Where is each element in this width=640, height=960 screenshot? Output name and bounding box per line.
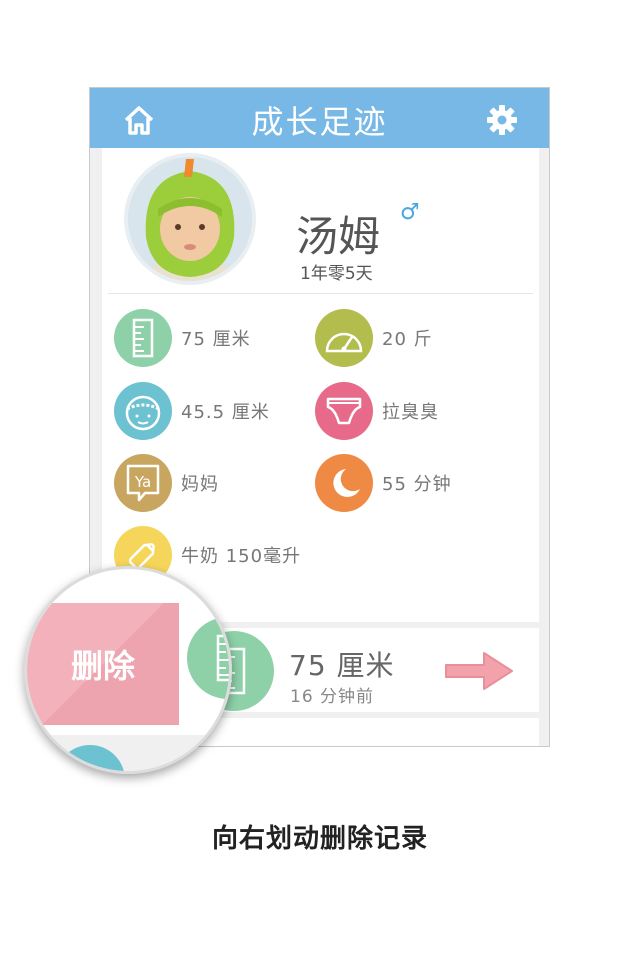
svg-text:zz: zz <box>346 479 358 490</box>
sleep-moon-icon: zz <box>315 454 373 512</box>
stat-sleep[interactable]: zz 55 分钟 <box>315 454 452 512</box>
stat-weight[interactable]: 20 斤 <box>315 309 433 367</box>
baby-photo <box>128 157 252 281</box>
stat-label: 55 分钟 <box>382 474 452 495</box>
stat-label: 45.5 厘米 <box>181 402 270 423</box>
diaper-icon <box>315 382 373 440</box>
app-header: 成长足迹 <box>90 88 549 148</box>
male-icon: ♂ <box>400 200 420 225</box>
stat-label: 20 斤 <box>382 329 433 350</box>
head-circumference-icon <box>114 382 172 440</box>
record-time: 16 分钟前 <box>290 687 375 707</box>
stat-diaper[interactable]: 拉臭臭 <box>315 382 439 440</box>
instruction-caption: 向右划动删除记录 <box>211 824 428 854</box>
height-ruler-icon <box>114 309 172 367</box>
svg-text:Ya: Ya <box>134 473 151 491</box>
stat-label: 拉臭臭 <box>382 402 439 423</box>
baby-name: 汤姆 <box>296 212 381 261</box>
profile-card: 汤姆 ♂ 1年零5天 75 厘米 20 斤 45.5 厘米 拉臭臭 Ya 妈妈 … <box>102 148 539 622</box>
gear-icon[interactable] <box>485 103 519 137</box>
divider <box>108 293 533 294</box>
record-value: 75 厘米 <box>289 649 395 682</box>
magnifier-callout: 删除 <box>24 566 232 774</box>
arrow-right-icon <box>445 652 513 690</box>
avatar[interactable] <box>124 153 256 285</box>
stat-label: 牛奶 150毫升 <box>181 546 302 567</box>
delete-button[interactable]: 删除 <box>27 603 179 725</box>
stat-head[interactable]: 45.5 厘米 <box>114 382 270 440</box>
baby-age: 1年零5天 <box>300 264 373 284</box>
stat-label: 75 厘米 <box>181 329 251 350</box>
speech-bubble-icon: Ya <box>114 454 172 512</box>
stat-label: 妈妈 <box>181 474 219 495</box>
stat-words[interactable]: Ya 妈妈 <box>114 454 219 512</box>
weight-scale-icon <box>315 309 373 367</box>
page-title: 成长足迹 <box>251 103 388 141</box>
height-ruler-icon <box>187 617 229 699</box>
stat-height[interactable]: 75 厘米 <box>114 309 251 367</box>
